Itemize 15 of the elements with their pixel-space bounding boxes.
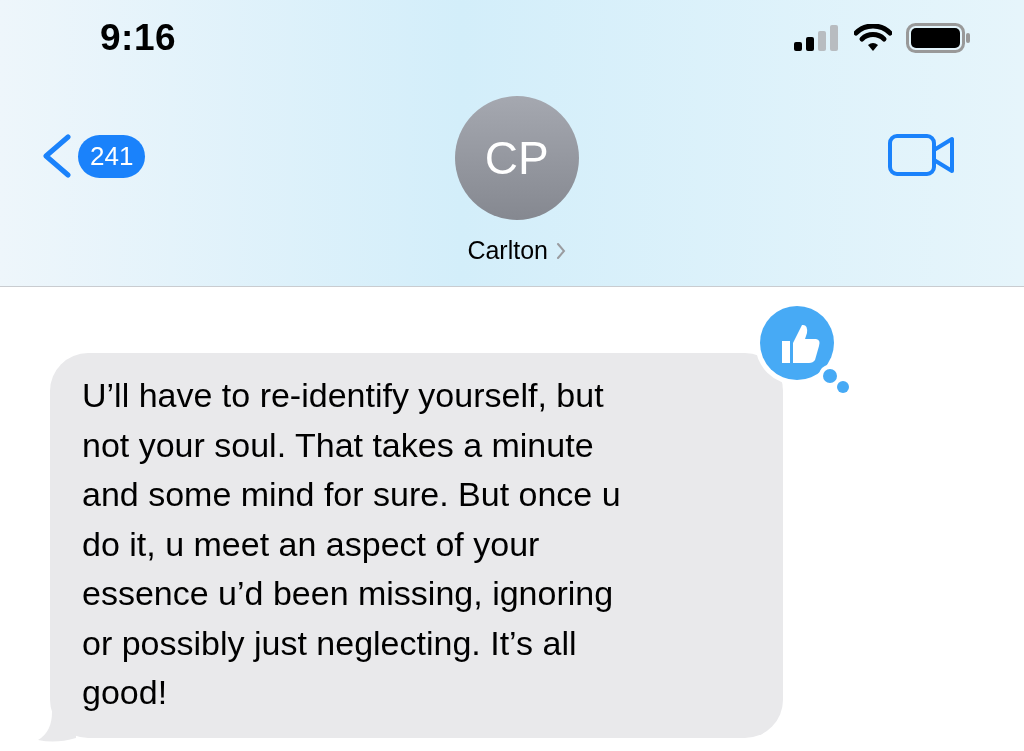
status-time: 9:16 [100, 17, 177, 59]
back-button[interactable]: 241 [40, 134, 146, 178]
contact-avatar[interactable]: CP [454, 96, 579, 220]
unread-count: 241 [78, 134, 146, 178]
chevron-left-icon [40, 134, 72, 178]
signal-icon [794, 25, 840, 51]
message-bubble[interactable] [50, 353, 783, 738]
wifi-icon [854, 24, 892, 52]
chevron-right-icon [556, 241, 566, 260]
battery-icon [906, 23, 972, 53]
avatar-initials: CP [484, 131, 549, 185]
message-text: U’ll have to re-identify yourself, but not your soul. That takes a minute and some mind for sure. But once u do it, u meet an aspect of your essence u’d been missing, ignoring or possibly just neglecting. It’s all good! [82, 375, 622, 713]
video-call-button[interactable] [888, 134, 956, 179]
contact-name[interactable]: Carlton [467, 236, 566, 265]
video-camera-icon [888, 134, 956, 176]
